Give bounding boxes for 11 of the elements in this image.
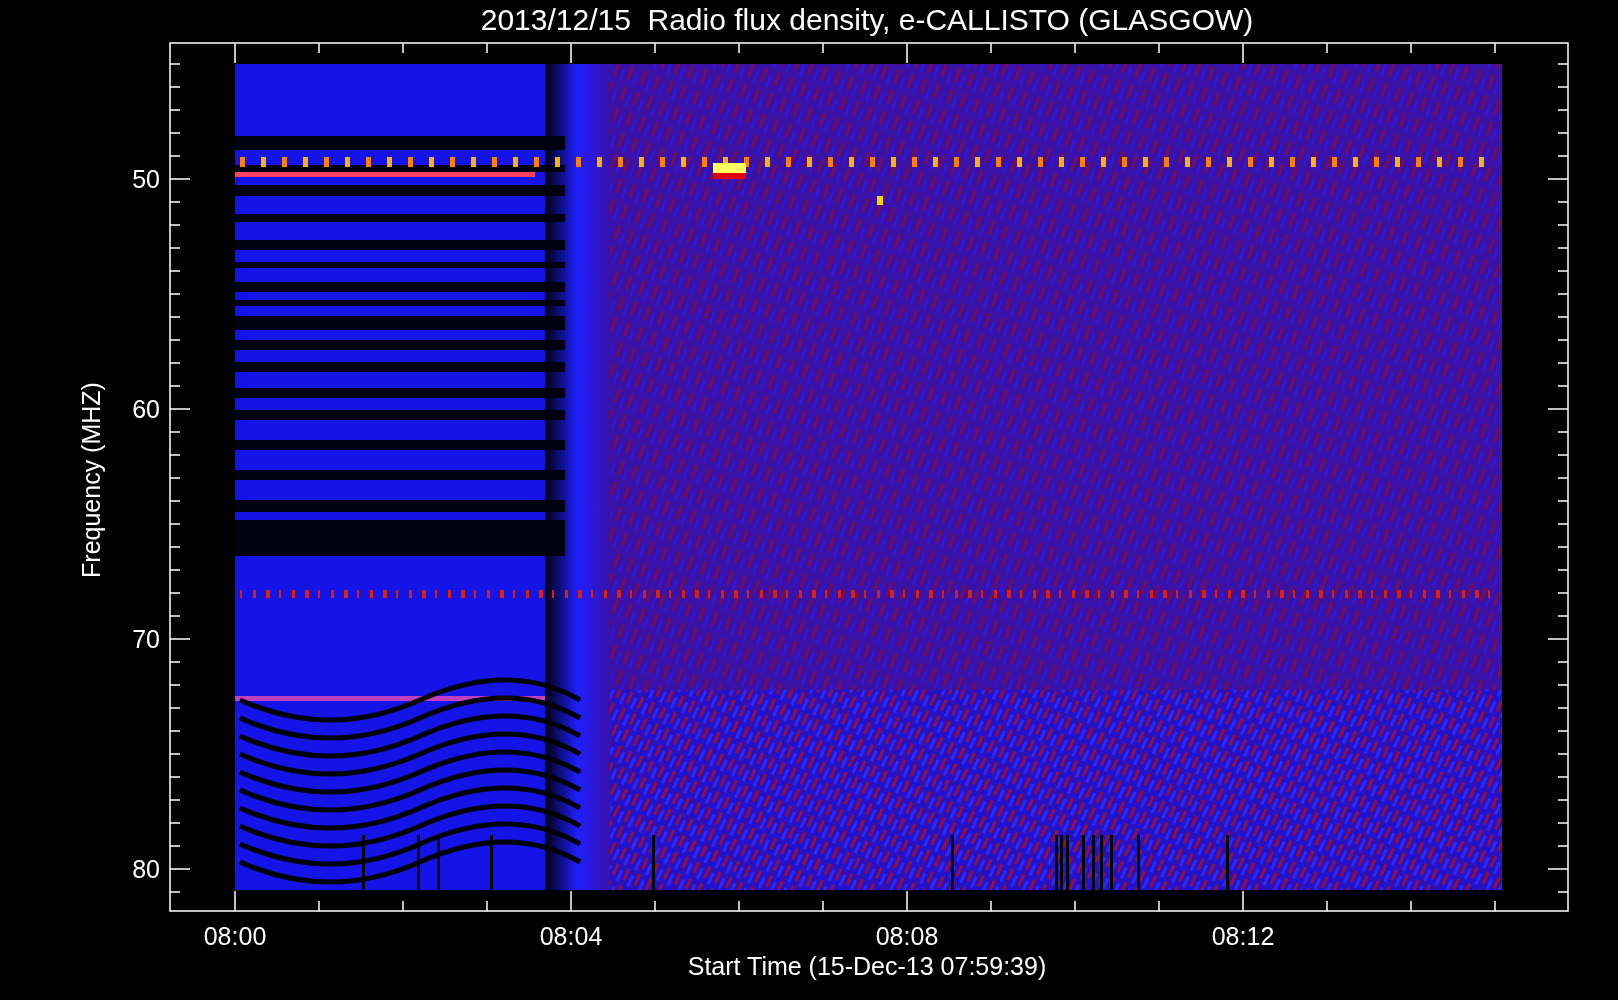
y-tick-label: 80 — [132, 855, 160, 883]
x-tick-label: 08:08 — [875, 922, 939, 950]
y-tick-label: 50 — [132, 165, 160, 193]
y-tick-label: 60 — [132, 395, 160, 423]
x-tick-label: 08:00 — [203, 922, 267, 950]
x-axis-label: Start Time (15-Dec-13 07:59:39) — [687, 952, 1047, 980]
x-tick-label: 08:12 — [1211, 922, 1275, 950]
y-axis-label: Frequency (MHZ) — [77, 382, 105, 578]
x-tick-label: 08:04 — [539, 922, 603, 950]
plot-title: 2013/12/15 Radio flux density, e-CALLISTO (GLASGOW) — [480, 3, 1254, 36]
y-tick-label: 70 — [132, 625, 160, 653]
